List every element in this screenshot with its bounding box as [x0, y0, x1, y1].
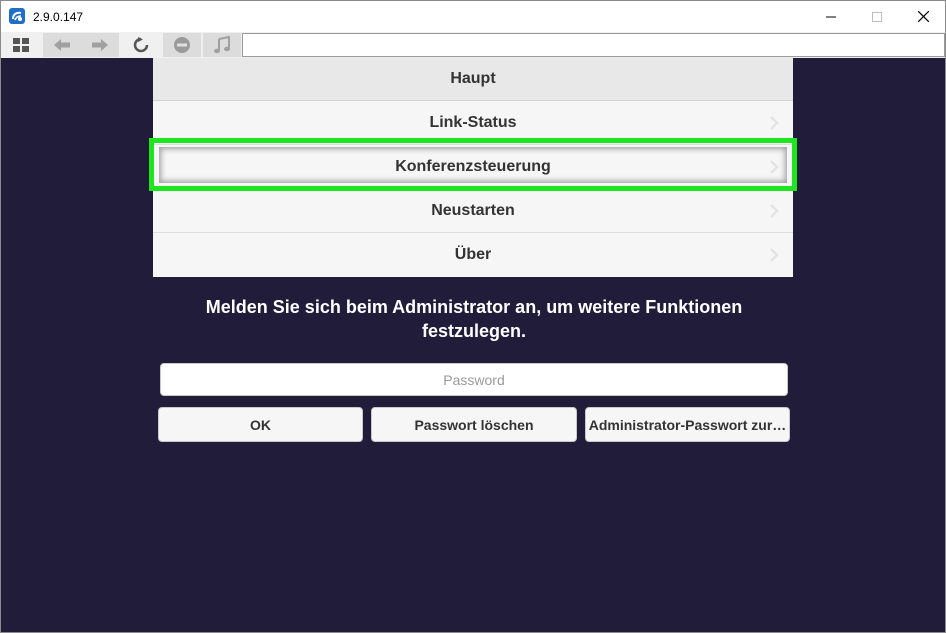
- browser-toolbar: [1, 32, 945, 58]
- clear-password-button[interactable]: Passwort löschen: [371, 407, 577, 442]
- title-bar: 2.9.0.147: [1, 1, 945, 32]
- music-button[interactable]: [203, 33, 241, 57]
- app-logo-icon: [9, 8, 25, 24]
- forward-arrow-icon: [92, 39, 108, 51]
- close-button[interactable]: [900, 1, 945, 32]
- chevron-right-icon: [770, 248, 779, 262]
- menu-item-label: Neustarten: [431, 201, 515, 219]
- address-bar[interactable]: [242, 33, 945, 57]
- highlight-frame: [149, 138, 797, 191]
- grid-icon: [13, 38, 29, 52]
- menu-item-neustarten[interactable]: Neustarten: [153, 189, 793, 233]
- chevron-right-icon: [770, 116, 779, 130]
- stop-icon: [174, 37, 190, 53]
- music-note-icon: [214, 36, 230, 54]
- reset-admin-password-button[interactable]: Administrator-Passwort zur…: [585, 407, 790, 442]
- menu-item-label: Link-Status: [429, 113, 517, 131]
- menu-item-ueber[interactable]: Über: [153, 233, 793, 277]
- menu-header: Haupt: [153, 58, 793, 101]
- login-message: Melden Sie sich beim Administrator an, u…: [205, 297, 743, 341]
- ok-button[interactable]: OK: [158, 407, 363, 442]
- reload-button[interactable]: [122, 33, 160, 57]
- forward-button[interactable]: [81, 33, 119, 57]
- back-arrow-icon: [54, 39, 70, 51]
- maximize-icon: [872, 11, 882, 22]
- minimize-icon: [826, 16, 836, 17]
- app-window: 2.9.0.147 Haupt Link-Status Konferenzste…: [0, 0, 946, 633]
- minimize-button[interactable]: [808, 1, 854, 32]
- maximize-button[interactable]: [854, 1, 900, 32]
- password-input[interactable]: [160, 363, 788, 396]
- window-title: 2.9.0.147: [33, 10, 84, 24]
- reload-icon: [133, 37, 149, 53]
- close-icon: [917, 11, 929, 22]
- stop-button[interactable]: [163, 33, 201, 57]
- grid-button[interactable]: [2, 33, 40, 57]
- menu-item-label: Über: [454, 246, 492, 263]
- chevron-right-icon: [770, 204, 779, 218]
- back-button[interactable]: [43, 33, 81, 57]
